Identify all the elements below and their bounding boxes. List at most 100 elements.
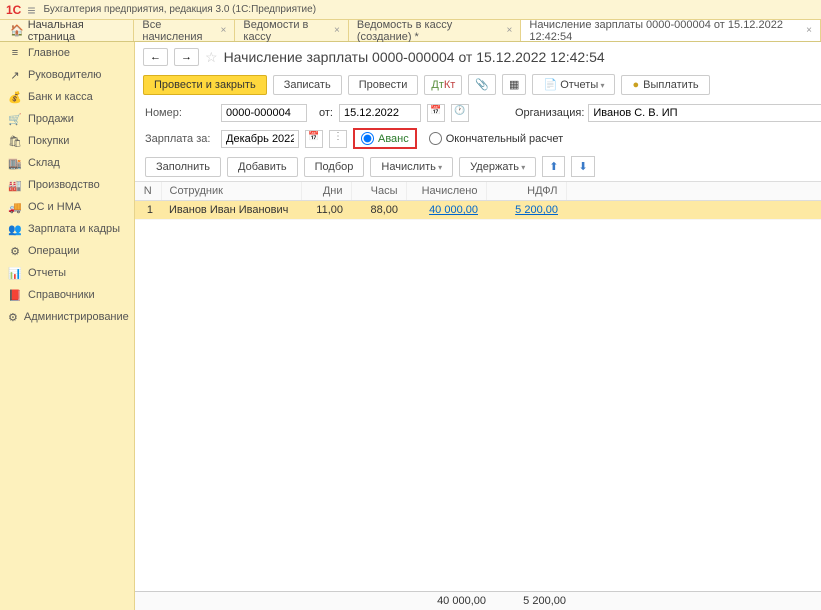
col-emp[interactable]: Сотрудник [161, 182, 301, 201]
col-days[interactable]: Дни [301, 182, 351, 201]
cell-ndfl[interactable]: 5 200,00 [515, 204, 558, 216]
label: Зарплата и кадры [28, 223, 120, 235]
provesti-zakryt-button[interactable]: Провести и закрыть [143, 75, 267, 95]
label: Выплатить [643, 79, 698, 91]
sidebar-item[interactable]: 🏬Склад [0, 152, 134, 174]
footer-accrued: 40 000,00 [406, 595, 486, 607]
col-n[interactable]: N [135, 182, 161, 201]
nomer-input[interactable] [221, 104, 307, 122]
star-icon[interactable]: ☆ [205, 49, 218, 66]
label-nomer: Номер: [145, 107, 215, 119]
list-icon[interactable]: ⋮ [329, 130, 347, 148]
close-icon[interactable]: × [334, 25, 340, 36]
icon: 🏬 [8, 157, 22, 170]
cell-emp: Иванов Иван Иванович [161, 201, 301, 220]
cell-n: 1 [135, 201, 161, 220]
icon: ⚙ [8, 245, 22, 258]
otchety-button[interactable]: 📄 Отчеты [532, 74, 615, 95]
table-row[interactable]: 1 Иванов Иван Иванович 11,00 88,00 40 00… [135, 201, 821, 220]
icon: 🏭 [8, 179, 22, 192]
col-blank [566, 182, 821, 201]
icon: ↗ [8, 69, 22, 82]
dt-kt-button[interactable]: ДтКт [424, 75, 462, 95]
label: Продажи [28, 113, 74, 125]
attachment-button[interactable]: 📎 [468, 74, 496, 95]
icon: 🚚 [8, 201, 22, 214]
icon: ≡ [8, 47, 22, 59]
document-title: Начисление зарплаты 0000-000004 от 15.12… [224, 49, 605, 65]
icon: 📊 [8, 267, 22, 280]
tab-label: Ведомости в кассу [243, 19, 330, 43]
tab-bar: 🏠 Начальная страница Все начисления × Ве… [0, 20, 821, 42]
label: ОС и НМА [28, 201, 81, 213]
sidebar-item[interactable]: 🏭 Производство [0, 174, 134, 196]
sidebar-item[interactable]: 👥Зарплата и кадры [0, 218, 134, 240]
tab-home[interactable]: 🏠 Начальная страница [0, 20, 134, 41]
label-ot: от: [319, 107, 333, 119]
menu-icon[interactable]: ≡ [27, 2, 35, 18]
dobavit-button[interactable]: Добавить [227, 157, 298, 177]
label: Отчеты [28, 267, 66, 279]
calendar-icon[interactable]: 📅 [427, 104, 445, 122]
sidebar-item[interactable]: 🛒Продажи [0, 108, 134, 130]
label: Справочники [28, 289, 95, 301]
move-down-button[interactable]: ⬇ [571, 156, 594, 177]
close-icon[interactable]: × [221, 25, 227, 36]
sidebar-item[interactable]: 📊 Отчеты [0, 262, 134, 284]
zapolnit-button[interactable]: Заполнить [145, 157, 221, 177]
label: Покупки [28, 135, 69, 147]
sidebar-item[interactable]: ⚙Администрирование [0, 306, 134, 328]
tab-label: Ведомость в кассу (создание) * [357, 19, 503, 43]
clock-icon[interactable]: 🕐 [451, 104, 469, 122]
label: Аванс [378, 133, 409, 145]
sidebar-item[interactable]: ⚙ Операции [0, 240, 134, 262]
sidebar: ≡Главное ↗ Руководителю 💰Банк и касса 🛒Пр… [0, 42, 135, 610]
label: Окончательный расчет [446, 133, 563, 145]
uderzhat-button[interactable]: Удержать [459, 157, 536, 177]
tab-item[interactable]: Ведомость в кассу (создание) * × [349, 20, 522, 41]
radio-avans[interactable]: Аванс [361, 132, 409, 145]
sidebar-item[interactable]: 🛍 Покупки [0, 130, 134, 152]
tab-home-label: Начальная страница [28, 19, 124, 43]
icon: 🛍 [8, 135, 22, 148]
vyplatit-button[interactable]: ●Выплатить [621, 75, 709, 95]
close-icon[interactable]: × [806, 25, 812, 36]
col-hours[interactable]: Часы [351, 182, 406, 201]
org-input[interactable] [588, 104, 821, 122]
sidebar-item[interactable]: 💰Банк и касса [0, 86, 134, 108]
calendar-icon[interactable]: 📅 [305, 130, 323, 148]
sidebar-item[interactable]: ↗ Руководителю [0, 64, 134, 86]
radio-final[interactable]: Окончательный расчет [429, 132, 563, 145]
label: Операции [28, 245, 79, 257]
cell-hours: 88,00 [351, 201, 406, 220]
label: Руководителю [28, 69, 101, 81]
tab-label: Все начисления [142, 19, 216, 43]
col-accrued[interactable]: Начислено [406, 182, 486, 201]
close-icon[interactable]: × [507, 25, 513, 36]
ot-input[interactable] [339, 104, 421, 122]
tab-item[interactable]: Начисление зарплаты 0000-000004 от 15.12… [521, 20, 821, 41]
cell-days: 11,00 [301, 201, 351, 220]
app-title: Бухгалтерия предприятия, редакция 3.0 (1… [44, 4, 317, 15]
sidebar-item[interactable]: ≡Главное [0, 42, 134, 64]
label: Отчеты [560, 79, 598, 91]
tab-item[interactable]: Ведомости в кассу × [235, 20, 348, 41]
provesti-button[interactable]: Провести [348, 75, 419, 95]
tab-item[interactable]: Все начисления × [134, 20, 235, 41]
zapisat-button[interactable]: Записать [273, 75, 342, 95]
label: Производство [28, 179, 100, 191]
icon: 📕 [8, 289, 22, 302]
nachislit-button[interactable]: Начислить [370, 157, 453, 177]
move-up-button[interactable]: ⬆ [542, 156, 565, 177]
forward-button[interactable]: → [174, 48, 199, 66]
grid-button[interactable]: ▦ [502, 74, 526, 95]
podbor-button[interactable]: Подбор [304, 157, 365, 177]
sidebar-item[interactable]: 🚚 ОС и НМА [0, 196, 134, 218]
back-button[interactable]: ← [143, 48, 168, 66]
sidebar-item[interactable]: 📕 Справочники [0, 284, 134, 306]
period-input[interactable] [221, 130, 299, 148]
icon: ⚙ [8, 311, 18, 324]
icon: 💰 [8, 91, 22, 104]
col-ndfl[interactable]: НДФЛ [486, 182, 566, 201]
cell-accrued[interactable]: 40 000,00 [429, 204, 478, 216]
